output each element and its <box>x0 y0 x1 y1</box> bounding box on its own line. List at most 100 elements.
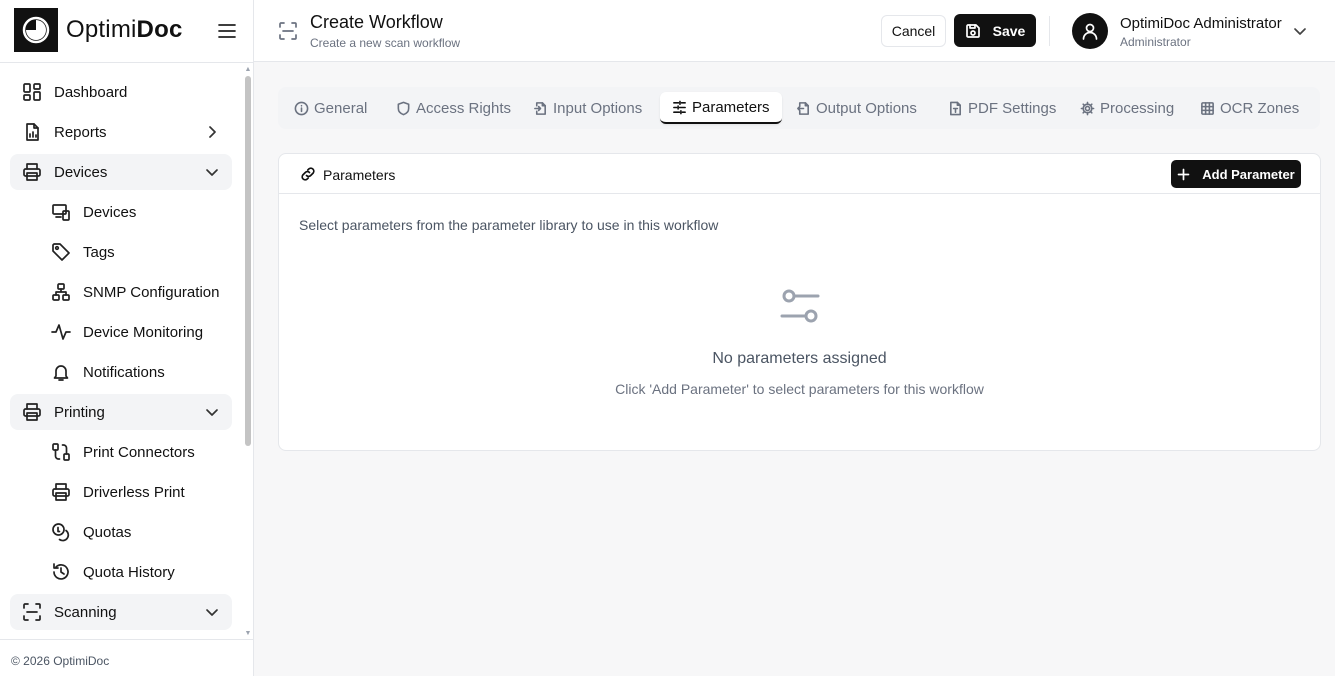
user-name: OptimiDoc Administrator <box>1120 15 1282 32</box>
sidebar-item-label: Printing <box>54 403 105 421</box>
chevron-down-icon <box>204 404 220 420</box>
scrollbar-thumb[interactable] <box>245 76 251 446</box>
sidebar-group-devices[interactable]: Devices <box>10 154 232 190</box>
card-title: Parameters <box>323 167 396 183</box>
add-parameter-label: Add Parameter <box>1202 166 1295 182</box>
tab-label: PDF Settings <box>968 99 1057 117</box>
sidebar-item-notifications[interactable]: Notifications <box>10 354 232 390</box>
sidebar-item-label: Notifications <box>83 363 165 381</box>
connector-icon <box>51 442 71 462</box>
shield-icon <box>396 101 411 116</box>
tab-ocr-zones[interactable]: OCR Zones <box>1200 92 1311 124</box>
plus-icon <box>1177 168 1190 181</box>
add-parameter-button[interactable]: Add Parameter <box>1171 160 1301 188</box>
card-header: Parameters Add Parameter <box>279 154 1320 194</box>
card-description: Select parameters from the parameter lib… <box>299 217 719 233</box>
sidebar: OptimiDoc Dashboard Reports Devices Devi… <box>0 0 254 676</box>
top-header: Create Workflow Create a new scan workfl… <box>254 0 1335 62</box>
dashboard-icon <box>22 82 42 102</box>
chevron-down-icon <box>204 164 220 180</box>
tab-label: Output Options <box>816 99 917 117</box>
page-subtitle: Create a new scan workflow <box>310 36 461 50</box>
sidebar-item-quotas[interactable]: Quotas <box>10 514 232 550</box>
sidebar-nav: Dashboard Reports Devices Devices Tags S… <box>10 74 232 634</box>
sidebar-item-label: Tags <box>83 243 115 261</box>
chevron-down-icon <box>1292 23 1308 39</box>
save-button[interactable]: Save <box>954 14 1036 47</box>
sidebar-item-devices[interactable]: Devices <box>10 194 232 230</box>
brand-name: OptimiDoc <box>66 16 183 43</box>
sidebar-item-print-connectors[interactable]: Print Connectors <box>10 434 232 470</box>
sidebar-item-reports[interactable]: Reports <box>10 114 232 150</box>
brand-logo[interactable]: OptimiDoc <box>14 8 183 52</box>
sidebar-item-label: Devices <box>54 163 108 181</box>
file-export-icon <box>796 101 811 116</box>
tab-general[interactable]: General <box>294 92 379 124</box>
sidebar-item-label: Scanning <box>54 603 117 621</box>
sidebar-group-printing[interactable]: Printing <box>10 394 232 430</box>
history-icon <box>51 562 71 582</box>
tab-label: Processing <box>1100 99 1175 117</box>
tab-label: Access Rights <box>416 99 512 117</box>
tab-input-options[interactable]: Input Options <box>533 92 654 124</box>
sidebar-item-quota-history[interactable]: Quota History <box>10 554 232 590</box>
sidebar-item-label: Quotas <box>83 523 132 541</box>
gear-icon <box>1080 101 1095 116</box>
menu-icon[interactable] <box>216 20 238 42</box>
copyright-text: © 2026 OptimiDoc <box>11 654 110 668</box>
parameters-card: Parameters Add Parameter Select paramete… <box>278 153 1321 451</box>
tab-parameters[interactable]: Parameters <box>660 92 782 124</box>
sidebar-group-scanning[interactable]: Scanning <box>10 594 232 630</box>
tab-access-rights[interactable]: Access Rights <box>396 92 523 124</box>
sidebar-item-device-monitoring[interactable]: Device Monitoring <box>10 314 232 350</box>
avatar <box>1072 13 1108 49</box>
sliders-icon <box>672 100 687 115</box>
sidebar-item-label: Dashboard <box>54 83 128 101</box>
sidebar-item-dashboard[interactable]: Dashboard <box>10 74 232 110</box>
file-type-icon <box>948 101 963 116</box>
workflow-tabs: General Access Rights Input Options Para… <box>278 87 1320 129</box>
printer-icon <box>51 482 71 502</box>
tab-label: Input Options <box>553 99 643 117</box>
divider <box>0 62 254 63</box>
save-icon <box>965 23 981 39</box>
tab-label: OCR Zones <box>1220 99 1300 117</box>
sidebar-item-label: Driverless Print <box>83 483 185 501</box>
scroll-down-arrow-icon[interactable]: ▼ <box>244 630 252 638</box>
user-menu[interactable]: OptimiDoc Administrator Administrator <box>1072 12 1312 50</box>
sidebar-item-snmp-configuration[interactable]: SNMP Configuration <box>10 274 232 310</box>
page-title: Create Workflow <box>310 12 443 32</box>
scan-icon <box>278 21 298 41</box>
sidebar-item-driverless-print[interactable]: Driverless Print <box>10 474 232 510</box>
chevron-right-icon <box>204 124 220 140</box>
empty-state-hint: Click 'Add Parameter' to select paramete… <box>615 381 984 397</box>
cancel-button[interactable]: Cancel <box>881 15 946 47</box>
file-import-icon <box>533 101 548 116</box>
network-icon <box>51 282 71 302</box>
save-button-label: Save <box>992 22 1026 39</box>
sidebar-item-label: SNMP Configuration <box>83 283 220 301</box>
user-role: Administrator <box>1120 35 1191 49</box>
tab-pdf-settings[interactable]: PDF Settings <box>948 92 1068 124</box>
sidebar-item-label: Quota History <box>83 563 175 581</box>
tab-label: Parameters <box>692 98 770 116</box>
tag-icon <box>51 242 71 262</box>
sidebar-scrollbar[interactable]: ▲ ▼ <box>244 66 252 638</box>
devices-icon <box>51 202 71 222</box>
printer-icon <box>22 162 42 182</box>
scroll-up-arrow-icon[interactable]: ▲ <box>244 66 252 74</box>
printer-icon <box>22 402 42 422</box>
sidebar-item-tags[interactable]: Tags <box>10 234 232 270</box>
optimidoc-logo-icon <box>14 8 58 52</box>
divider <box>0 639 254 640</box>
parameters-empty-icon <box>780 287 820 327</box>
link-icon <box>300 166 316 182</box>
grid-icon <box>1200 101 1215 116</box>
chevron-down-icon <box>204 604 220 620</box>
activity-icon <box>51 322 71 342</box>
sidebar-item-label: Devices <box>83 203 137 221</box>
tab-processing[interactable]: Processing <box>1080 92 1186 124</box>
info-icon <box>294 101 309 116</box>
tab-output-options[interactable]: Output Options <box>796 92 929 124</box>
sidebar-item-label: Print Connectors <box>83 443 195 461</box>
